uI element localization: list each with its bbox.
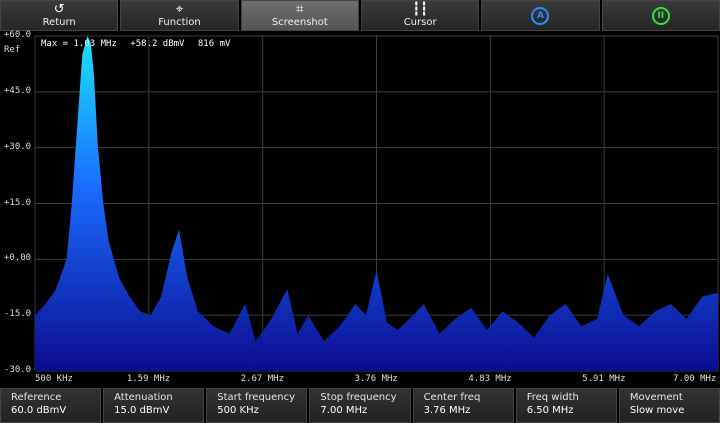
param-center-freq[interactable]: Center freq 3.76 MHz <box>412 388 514 423</box>
param-value: 3.76 MHz <box>423 405 471 416</box>
param-attenuation[interactable]: Attenuation 15.0 dBmV <box>103 388 205 423</box>
param-label: Attenuation <box>114 392 173 403</box>
param-label: Movement <box>629 392 683 403</box>
y-tick-label: -30.0 <box>4 365 32 375</box>
cursor-button[interactable]: ┇┇ Cursor <box>360 0 480 31</box>
y-tick-label: +30.0 <box>4 141 32 152</box>
x-tick-label: 1.59 MHz <box>126 374 171 384</box>
pause-button[interactable]: II <box>601 0 720 31</box>
param-label: Reference <box>11 392 62 403</box>
param-label: Center freq <box>423 392 481 403</box>
y-tick-label: +45.0 <box>4 85 32 96</box>
screenshot-button[interactable]: ⌗ Screenshot <box>240 0 359 31</box>
param-value: 500 KHz <box>217 405 259 416</box>
x-tick-label: 500 KHz <box>35 374 73 384</box>
param-start-frequency[interactable]: Start frequency 500 KHz <box>206 388 308 423</box>
top-toolbar: ↺ Return ⌖ Function ⌗ Screenshot ┇┇ Curs… <box>0 0 720 31</box>
marker-max: Max = 1.03 MHz <box>41 39 117 49</box>
return-button[interactable]: ↺ Return <box>0 0 119 31</box>
x-tick-label: 5.91 MHz <box>582 374 626 384</box>
x-tick-label: 3.76 MHz <box>354 374 398 384</box>
cursor-label: Cursor <box>403 16 437 28</box>
spectrum-plot <box>34 35 719 372</box>
x-tick-label: 4.83 MHz <box>468 374 512 384</box>
crosshair-icon: ⌖ <box>175 2 184 17</box>
pause-icon: II <box>651 6 670 25</box>
crop-icon: ⌗ <box>296 2 304 17</box>
function-label: Function <box>158 16 201 28</box>
param-label: Start frequency <box>217 392 296 403</box>
ref-label: Ref <box>4 45 21 55</box>
y-tick-label: +0.00 <box>4 253 32 264</box>
param-value: 60.0 dBmV <box>11 405 67 416</box>
x-tick-label: 7.00 MHz <box>673 374 717 384</box>
param-movement[interactable]: Movement Slow move <box>618 388 720 423</box>
param-value: 7.00 MHz <box>320 405 368 416</box>
param-value: 15.0 dBmV <box>114 405 170 416</box>
param-label: Stop frequency <box>320 392 397 403</box>
param-value: 6.50 MHz <box>526 405 574 416</box>
marker-readout: Max = 1.03 MHz +58.2 dBmV 816 mV <box>41 39 238 49</box>
screenshot-label: Screenshot <box>271 16 328 28</box>
y-tick-label: +60.0 <box>4 30 32 40</box>
return-icon: ↺ <box>53 2 65 17</box>
marker-voltage: 816 mV <box>197 39 231 49</box>
param-stop-frequency[interactable]: Stop frequency 7.00 MHz <box>309 388 411 423</box>
auto-icon: A <box>531 6 550 25</box>
y-tick-label: +15.0 <box>4 197 32 208</box>
param-value: Slow move <box>629 405 685 416</box>
param-label: Freq width <box>526 392 579 403</box>
marker-level: +58.2 dBmV <box>130 39 185 49</box>
y-tick-label: -15.0 <box>4 309 32 320</box>
auto-button[interactable]: A <box>481 0 600 31</box>
cursor-lines-icon: ┇┇ <box>412 2 428 17</box>
param-freq-width[interactable]: Freq width 6.50 MHz <box>515 388 617 423</box>
parameter-bar: Reference 60.0 dBmV Attenuation 15.0 dBm… <box>0 388 720 423</box>
function-button[interactable]: ⌖ Function <box>120 0 239 31</box>
x-tick-label: 2.67 MHz <box>240 374 285 384</box>
param-reference[interactable]: Reference 60.0 dBmV <box>0 388 102 423</box>
return-label: Return <box>42 16 76 28</box>
